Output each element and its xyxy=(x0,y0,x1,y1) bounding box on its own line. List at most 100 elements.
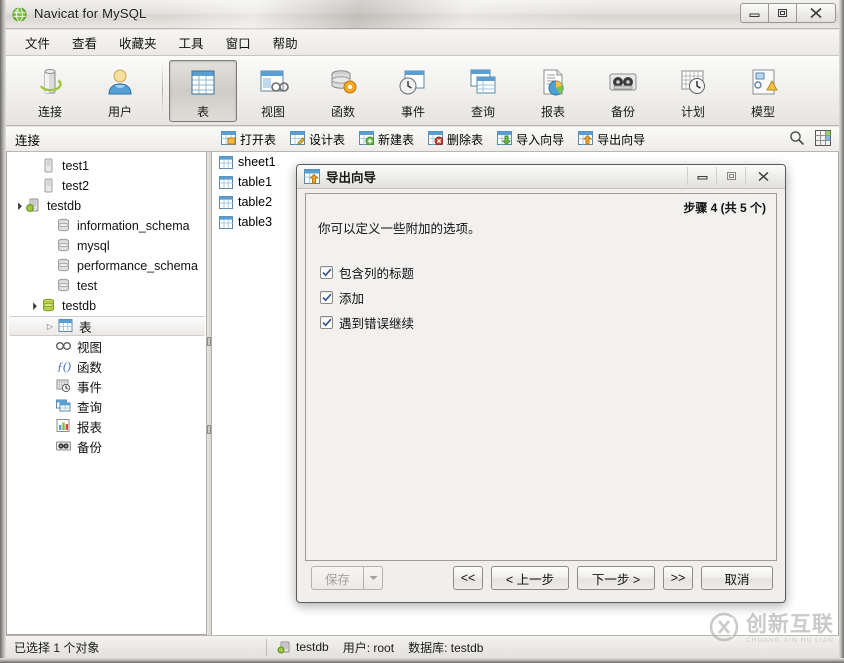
export-wizard-button[interactable]: 导出向导 xyxy=(575,129,648,150)
tree-item-备份[interactable]: 备份 xyxy=(7,436,206,456)
tree-item-test[interactable]: test xyxy=(7,276,206,296)
grid-view-icon[interactable] xyxy=(815,130,831,149)
object-toolbar-right-icons xyxy=(789,130,831,149)
dialog-close-button[interactable] xyxy=(745,167,781,185)
close-button[interactable] xyxy=(796,3,836,23)
splitter-handle-bottom[interactable] xyxy=(207,425,211,434)
tree-item-视图[interactable]: 视图 xyxy=(7,336,206,356)
server-online-icon xyxy=(277,641,291,654)
tree-item-test1[interactable]: test1 xyxy=(7,156,206,176)
save-dropdown-arrow[interactable] xyxy=(363,566,383,590)
tree-item-函数[interactable]: ƒ() 函数 xyxy=(7,356,206,376)
connection-tree[interactable]: test1 test2 ◢ testdb information_schema mysql… xyxy=(6,152,206,635)
dialog-body: 步骤 4 (共 5 个) 你可以定义一些附加的选项。 包含列的标题 添加 遇到错… xyxy=(305,193,777,561)
title-bar: Navicat for MySQL xyxy=(0,0,844,29)
window-border-bottom xyxy=(0,658,844,663)
function-icon xyxy=(325,66,361,100)
minimize-button[interactable] xyxy=(740,3,768,23)
tree-item-label: 函数 xyxy=(77,360,103,375)
toolbar-button-report[interactable]: 报表 xyxy=(519,60,587,122)
connection-icon xyxy=(32,66,68,100)
tree-item-事件[interactable]: 事件 xyxy=(7,376,206,396)
dialog-minimize-button[interactable] xyxy=(687,167,716,185)
maximize-button[interactable] xyxy=(768,3,796,23)
design-table-label: 设计表 xyxy=(309,132,346,147)
tree-item-报表[interactable]: 报表 xyxy=(7,416,206,436)
status-database: 数据库: testdb xyxy=(408,640,484,655)
next-step-button[interactable]: 下一步 > xyxy=(577,566,655,590)
toolbar-button-event[interactable]: 事件 xyxy=(379,60,447,122)
report-icon xyxy=(535,66,571,100)
expander-open-icon[interactable]: ◢ xyxy=(10,198,26,214)
expander-closed-icon[interactable]: ▷ xyxy=(43,322,57,331)
toolbar-button-user[interactable]: 用户 xyxy=(86,60,154,122)
first-step-button[interactable]: << xyxy=(453,566,483,590)
tree-item-表[interactable]: ▷ 表 xyxy=(9,316,205,336)
menu-window[interactable]: 窗口 xyxy=(215,30,262,55)
continue-on-error-label: 遇到错误继续 xyxy=(339,317,415,331)
toolbar-button-function[interactable]: 函数 xyxy=(309,60,377,122)
view-icon xyxy=(255,66,291,100)
table-icon xyxy=(218,195,235,210)
database-icon xyxy=(55,278,73,294)
tree-item-performance_schema[interactable]: performance_schema xyxy=(7,256,206,276)
continue-on-error-checkbox[interactable] xyxy=(320,316,333,329)
toolbar-button-backup[interactable]: 备份 xyxy=(589,60,657,122)
toolbar-button-view[interactable]: 视图 xyxy=(239,60,307,122)
toolbar-button-connection[interactable]: 连接 xyxy=(16,60,84,122)
save-button[interactable]: 保存 xyxy=(311,566,363,590)
checkbox-row-append[interactable]: 添加 xyxy=(320,288,364,307)
delete-table-button[interactable]: 删除表 xyxy=(425,129,486,150)
append-checkbox[interactable] xyxy=(320,291,333,304)
titlebar-glass-highlight xyxy=(170,0,590,29)
connection-pane-title: 连接 xyxy=(15,133,41,148)
dialog-maximize-button[interactable] xyxy=(716,167,745,185)
expander-open-icon[interactable]: ◢ xyxy=(25,298,41,314)
watermark-cn: 创新互联 xyxy=(745,612,834,636)
database-open-icon xyxy=(40,298,58,314)
toolbar-button-model[interactable]: 模型 xyxy=(729,60,797,122)
toolbar-label-report: 报表 xyxy=(540,105,565,119)
menu-favorites[interactable]: 收藏夹 xyxy=(108,30,168,55)
design-table-button[interactable]: 设计表 xyxy=(287,129,348,150)
new-table-button[interactable]: 新建表 xyxy=(356,129,417,150)
object-list-item-label: table2 xyxy=(238,195,273,209)
watermark: 创新互联 CHUANG XIN HU LIAN xyxy=(709,612,834,645)
toolbar-label-event: 事件 xyxy=(400,105,425,119)
object-list-item-label: table3 xyxy=(238,215,273,229)
toolbar-button-table[interactable]: 表 xyxy=(169,60,237,122)
tree-item-testdb[interactable]: ◢ testdb xyxy=(7,196,206,216)
tree-item-查询[interactable]: 查询 xyxy=(7,396,206,416)
dialog-window-controls xyxy=(687,167,781,185)
toolbar-label-query: 查询 xyxy=(470,105,495,119)
previous-step-button[interactable]: < 上一步 xyxy=(491,566,569,590)
menu-file[interactable]: 文件 xyxy=(14,30,61,55)
splitter-handle-top[interactable] xyxy=(207,337,211,346)
checkbox-row-include-headers[interactable]: 包含列的标题 xyxy=(320,263,414,282)
tree-item-testdb[interactable]: ◢ testdb xyxy=(7,296,206,316)
status-connection-name: testdb xyxy=(296,640,329,654)
toolbar-label-schedule: 计划 xyxy=(680,105,705,119)
save-button-group[interactable]: 保存 xyxy=(311,566,383,590)
include-column-titles-checkbox[interactable] xyxy=(320,266,333,279)
status-connection-group: testdb xyxy=(267,640,329,654)
menu-tools[interactable]: 工具 xyxy=(168,30,215,55)
event-icon xyxy=(395,66,431,100)
open-table-button[interactable]: 打开表 xyxy=(218,129,279,150)
tree-item-label: test xyxy=(77,279,98,293)
import-wizard-button[interactable]: 导入向导 xyxy=(494,129,567,150)
toolbar-button-schedule[interactable]: 计划 xyxy=(659,60,727,122)
tree-item-test2[interactable]: test2 xyxy=(7,176,206,196)
window-controls xyxy=(740,3,836,23)
last-step-button[interactable]: >> xyxy=(663,566,693,590)
checkbox-row-continue-on-error[interactable]: 遇到错误继续 xyxy=(320,313,414,332)
search-icon[interactable] xyxy=(789,130,805,149)
tree-item-mysql[interactable]: mysql xyxy=(7,236,206,256)
menu-help[interactable]: 帮助 xyxy=(262,30,309,55)
menu-view[interactable]: 查看 xyxy=(61,30,108,55)
server-offline-icon xyxy=(40,178,58,194)
tree-item-information_schema[interactable]: information_schema xyxy=(7,216,206,236)
cancel-button[interactable]: 取消 xyxy=(701,566,773,590)
toolbar-button-query[interactable]: 查询 xyxy=(449,60,517,122)
new-table-icon xyxy=(359,130,375,148)
